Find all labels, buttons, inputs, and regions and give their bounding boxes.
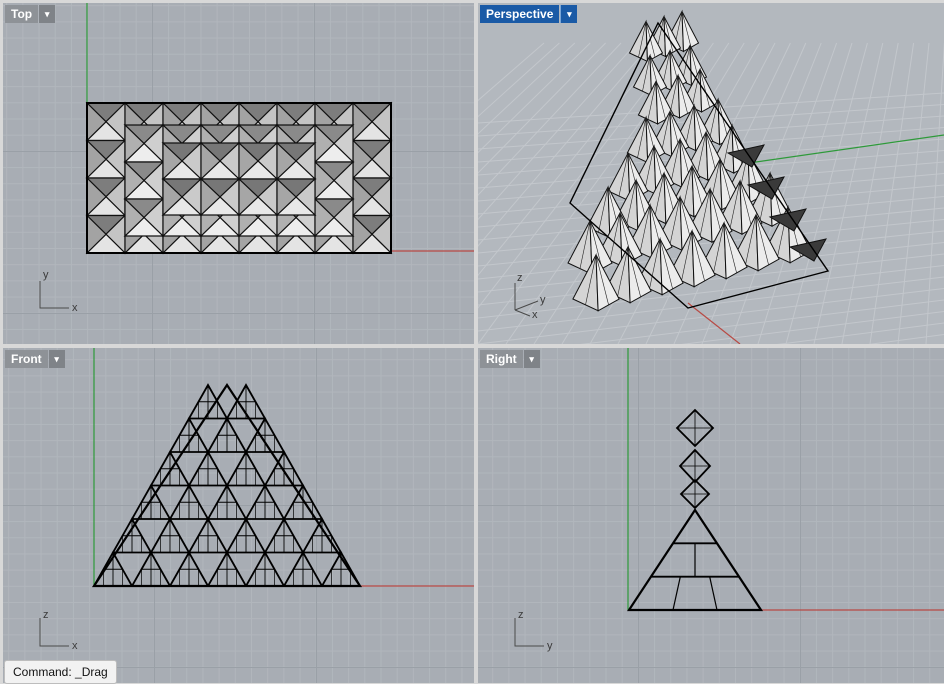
viewport-right[interactable]: Right ▾ z y xyxy=(478,348,944,683)
svg-text:z: z xyxy=(518,609,524,621)
top-view-scene: y x xyxy=(39,3,474,314)
viewport-front[interactable]: Front ▾ z x xyxy=(3,348,474,683)
right-view-scene: z y xyxy=(514,348,944,652)
viewport-perspective[interactable]: Perspective ▾ z y x xyxy=(478,3,944,344)
axis-gizmo: z x xyxy=(39,609,78,652)
viewport-top[interactable]: Top ▾ y x xyxy=(3,3,474,344)
svg-text:x: x xyxy=(532,309,538,321)
axis-gizmo: y x xyxy=(39,269,78,314)
x-axis-line xyxy=(687,302,741,344)
axis-gizmo: z y xyxy=(514,609,553,652)
chevron-down-icon[interactable]: ▾ xyxy=(523,350,540,368)
chevron-down-icon[interactable]: ▾ xyxy=(560,5,578,23)
viewport-tab-top[interactable]: Top ▾ xyxy=(5,5,56,23)
perspective-model xyxy=(567,9,830,312)
viewport-title-top[interactable]: Top xyxy=(5,5,39,23)
svg-text:y: y xyxy=(547,640,553,652)
command-line[interactable]: Command: _Drag xyxy=(4,660,117,684)
viewport-title-right[interactable]: Right xyxy=(480,350,523,368)
svg-text:x: x xyxy=(72,302,78,314)
viewport-title-perspective[interactable]: Perspective xyxy=(480,5,560,23)
svg-text:y: y xyxy=(540,294,546,306)
viewport-title-front[interactable]: Front xyxy=(5,350,48,368)
viewport-tab-perspective[interactable]: Perspective ▾ xyxy=(480,5,578,23)
front-view-scene: z x xyxy=(39,348,474,652)
viewport-tab-front[interactable]: Front ▾ xyxy=(5,350,65,368)
top-view-model xyxy=(85,101,393,255)
svg-text:z: z xyxy=(43,609,49,621)
chevron-down-icon[interactable]: ▾ xyxy=(48,350,65,368)
viewport-tab-right[interactable]: Right ▾ xyxy=(480,350,540,368)
svg-text:z: z xyxy=(517,272,523,284)
chevron-down-icon[interactable]: ▾ xyxy=(39,5,56,23)
svg-text:x: x xyxy=(72,640,78,652)
perspective-scene: z y x xyxy=(478,9,944,344)
right-view-model xyxy=(626,408,764,612)
front-view-model xyxy=(91,383,363,588)
svg-text:y: y xyxy=(43,269,49,281)
